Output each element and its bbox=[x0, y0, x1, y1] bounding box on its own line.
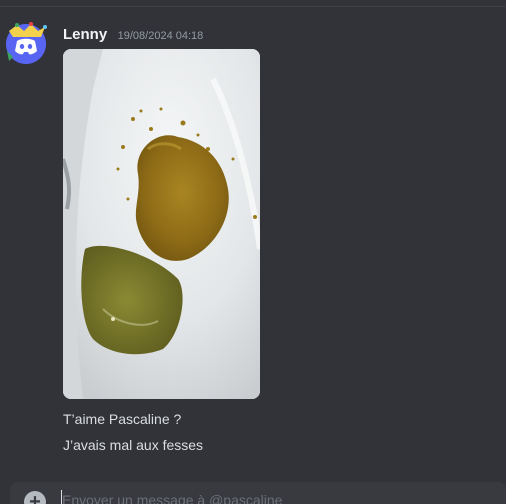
message-input[interactable] bbox=[62, 492, 482, 504]
message-line: J’avais mal aux fesses bbox=[63, 437, 204, 453]
message-line: T’aime Pascaline ? bbox=[63, 411, 182, 427]
avatar[interactable] bbox=[6, 22, 47, 64]
chat-channel: Lenny 19/08/2024 04:18 T’aime Pascaline … bbox=[0, 0, 506, 504]
message-composer: + bbox=[10, 482, 506, 504]
message-header: Lenny 19/08/2024 04:18 bbox=[63, 26, 203, 44]
message-timestamp: 19/08/2024 04:18 bbox=[117, 30, 204, 42]
top-divider bbox=[0, 6, 506, 7]
attachment-photo bbox=[63, 49, 260, 399]
username[interactable]: Lenny bbox=[63, 26, 107, 43]
plus-circle-icon[interactable]: + bbox=[24, 491, 46, 504]
image-attachment[interactable] bbox=[63, 49, 260, 399]
discord-avatar-icon bbox=[6, 22, 47, 64]
